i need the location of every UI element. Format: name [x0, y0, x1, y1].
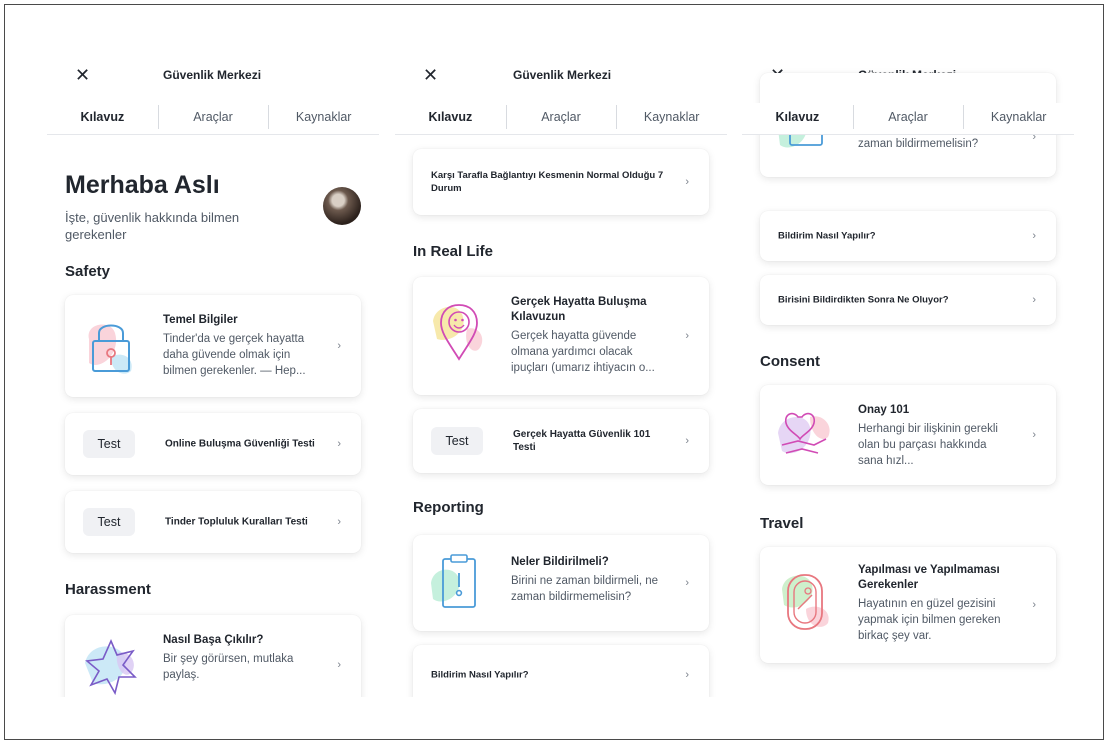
tab-bar: Kılavuz Araçlar Kaynaklar [47, 103, 379, 135]
card-how-to-report[interactable]: Bildirim Nasıl Yapılır? › [413, 645, 709, 697]
card-title: Karşı Tarafla Bağlantıyı Kesmenin Normal… [431, 170, 664, 194]
card-title: Temel Bilgiler [163, 314, 238, 326]
card-irl-test[interactable]: Test Gerçek Hayatta Güvenlik 101 Testi › [413, 409, 709, 473]
test-title: Gerçek Hayatta Güvenlik 101 Testi [513, 429, 651, 453]
card-basics[interactable]: Temel Bilgiler Tinder'da ve gerçek hayat… [65, 295, 361, 397]
location-pin-icon [433, 304, 483, 361]
chevron-right-icon: › [337, 516, 341, 528]
chevron-right-icon: › [337, 438, 341, 450]
burst-icon [85, 639, 137, 696]
top-bar: ✕ Güvenlik Merkezi [47, 57, 379, 97]
card-what-to-report[interactable]: Neler Bildirilmeli? Birini ne zaman bild… [413, 535, 709, 631]
section-heading-travel: Travel [760, 515, 804, 532]
tab-tools[interactable]: Araçlar [852, 103, 964, 134]
card-description: Tinder'da ve gerçek hayatta daha güvende… [163, 333, 306, 377]
card-description: Bir şey görürsen, mutlaka paylaş. [163, 653, 294, 681]
tab-guide[interactable]: Kılavuz [47, 103, 158, 134]
card-title: Bildirim Nasıl Yapılır? [778, 230, 876, 242]
section-heading-harassment: Harassment [65, 581, 151, 598]
content: Karşı Tarafla Bağlantıyı Kesmenin Normal… [395, 137, 727, 697]
chevron-right-icon: › [685, 435, 689, 447]
avatar[interactable] [323, 187, 361, 225]
card-after-report[interactable]: Birisini Bildirdikten Sonra Ne Oluyor? › [760, 275, 1056, 325]
card-consent-101[interactable]: Onay 101 Herhangi bir ilişkinin gerekli … [760, 385, 1056, 485]
content: Birini ne zaman bildirmeli, ne zaman bil… [742, 73, 1074, 697]
card-how-to-report[interactable]: Bildirim Nasıl Yapılır? › [760, 211, 1056, 261]
tab-tools[interactable]: Araçlar [505, 103, 617, 134]
chevron-right-icon: › [685, 330, 689, 342]
test-badge: Test [83, 508, 135, 536]
card-description: Herhangi bir ilişkinin gerekli olan bu p… [858, 423, 998, 467]
section-heading-reporting: Reporting [413, 499, 484, 516]
card-description: Gerçek hayatta güvende olmana yardımcı o… [511, 330, 655, 374]
card-online-test[interactable]: Test Online Buluşma Güvenliği Testi › [65, 413, 361, 475]
card-description: Birini ne zaman bildirmeli, ne zaman bil… [511, 575, 659, 603]
card-meeting-guide[interactable]: Gerçek Hayatta Buluşma Kılavuzun Gerçek … [413, 277, 709, 395]
content: Merhaba Aslı İşte, güvenlik hakkında bil… [47, 137, 379, 697]
tab-resources[interactable]: Kaynaklar [616, 103, 727, 134]
card-travel-dos-donts[interactable]: Yapılması ve Yapılmaması Gerekenler Haya… [760, 547, 1056, 663]
card-title: Onay 101 [858, 404, 910, 416]
chevron-right-icon: › [1032, 599, 1036, 611]
test-badge: Test [431, 427, 483, 455]
tab-guide[interactable]: Kılavuz [395, 103, 506, 134]
chevron-right-icon: › [337, 659, 341, 671]
section-heading-in-real-life: In Real Life [413, 243, 494, 260]
chevron-right-icon: › [1032, 230, 1036, 242]
tab-bar: Kılavuz Araçlar Kaynaklar [742, 103, 1074, 135]
section-heading-safety: Safety [65, 263, 111, 280]
card-community-test[interactable]: Test Tinder Topluluk Kuralları Testi › [65, 491, 361, 553]
page-title: Güvenlik Merkezi [163, 68, 262, 82]
screen-1: ✕ Güvenlik Merkezi Kılavuz Araçlar Kayna… [47, 57, 379, 697]
card-title: Nasıl Başa Çıkılır? [163, 634, 264, 646]
tab-resources[interactable]: Kaynaklar [963, 103, 1074, 134]
test-title: Online Buluşma Güvenliği Testi [165, 438, 315, 450]
top-bar: ✕ Güvenlik Merkezi [395, 57, 727, 97]
test-badge: Test [83, 430, 135, 458]
greeting: Merhaba Aslı [65, 171, 220, 199]
chevron-right-icon: › [685, 669, 689, 681]
clipboard-icon [431, 554, 476, 608]
tab-bar: Kılavuz Araçlar Kaynaklar [395, 103, 727, 135]
chevron-right-icon: › [685, 176, 689, 188]
tab-resources[interactable]: Kaynaklar [268, 103, 379, 134]
screenshot-frame: ✕ Güvenlik Merkezi Kılavuz Araçlar Kayna… [4, 4, 1104, 740]
card-title: Birisini Bildirdikten Sonra Ne Oluyor? [778, 294, 949, 306]
page-title: Güvenlik Merkezi [513, 68, 612, 82]
card-description: Hayatının en güzel gezisini yapmak için … [858, 598, 1001, 642]
card-unmatch[interactable]: Karşı Tarafla Bağlantıyı Kesmenin Normal… [413, 149, 709, 215]
screen-2: ✕ Güvenlik Merkezi Kılavuz Araçlar Kayna… [395, 57, 727, 697]
card-title: Yapılması ve Yapılmaması Gerekenler [858, 564, 1000, 591]
tab-guide[interactable]: Kılavuz [742, 103, 853, 134]
heart-hands-icon [778, 412, 830, 454]
card-how-to-cope[interactable]: Nasıl Başa Çıkılır? Bir şey görürsen, mu… [65, 615, 361, 697]
screen-3: ✕ Güvenlik Merkezi Birini ne zaman bildi… [742, 57, 1074, 697]
airplane-window-icon [782, 574, 829, 630]
tab-tools[interactable]: Araçlar [157, 103, 269, 134]
greeting-subtitle: İşte, güvenlik hakkında bilmen gerekenle… [65, 210, 240, 242]
card-title: Neler Bildirilmeli? [511, 556, 609, 568]
section-heading-consent: Consent [760, 353, 820, 370]
test-title: Tinder Topluluk Kuralları Testi [165, 516, 308, 528]
card-title: Gerçek Hayatta Buluşma Kılavuzun [511, 296, 647, 323]
chevron-right-icon: › [685, 577, 689, 589]
chevron-right-icon: › [1032, 429, 1036, 441]
chevron-right-icon: › [1032, 294, 1036, 306]
chevron-right-icon: › [337, 340, 341, 352]
lock-icon [88, 324, 132, 374]
card-title: Bildirim Nasıl Yapılır? [431, 669, 529, 681]
